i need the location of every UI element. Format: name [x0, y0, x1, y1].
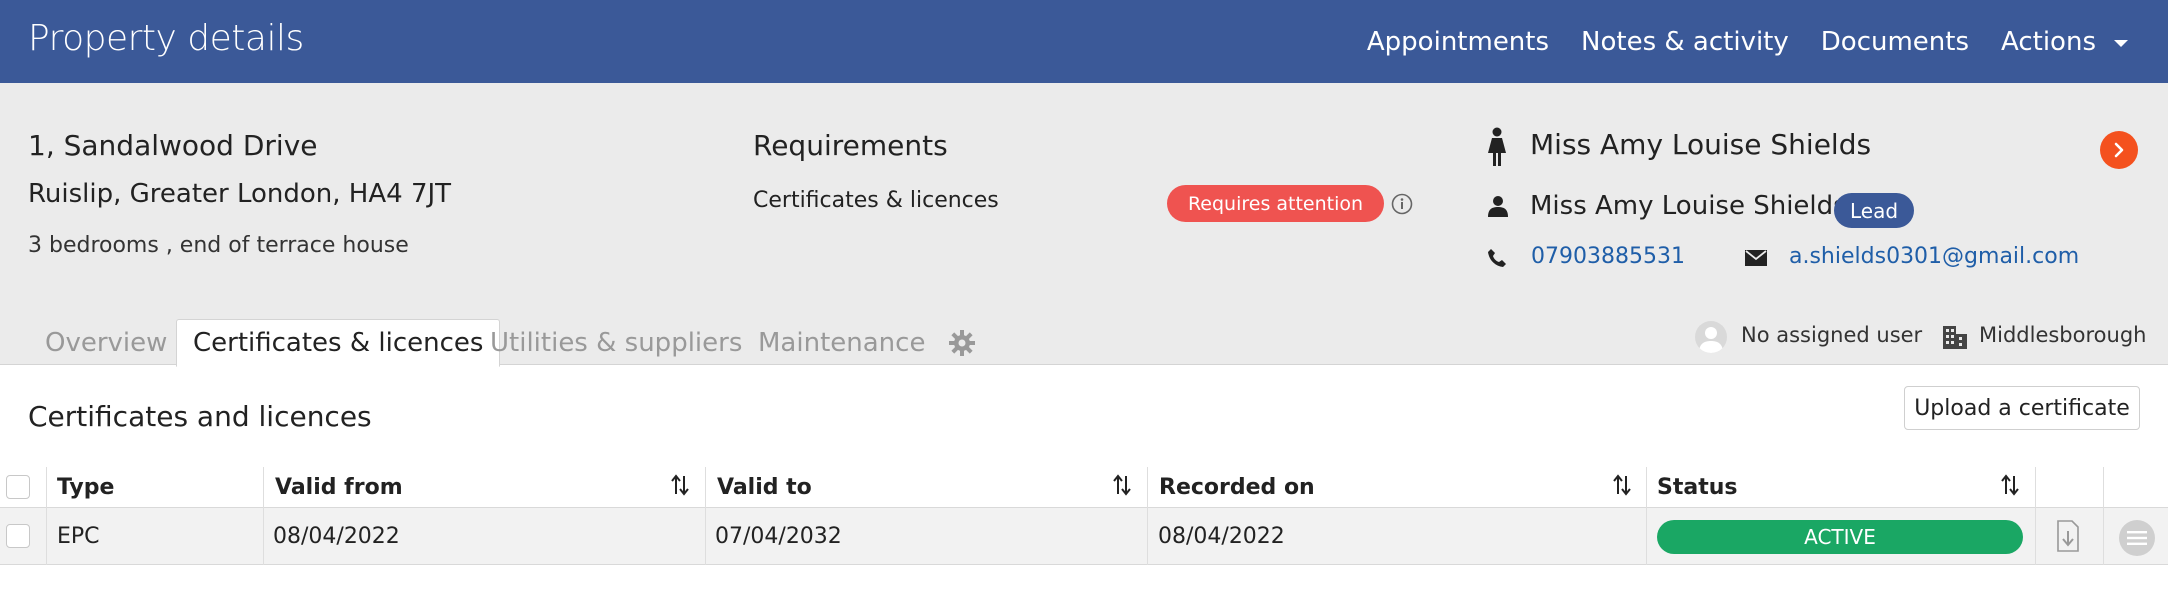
upload-certificate-button[interactable]: Upload a certificate: [1904, 386, 2140, 430]
nav-appointments[interactable]: Appointments: [1367, 27, 1549, 57]
phone-icon: [1488, 249, 1506, 267]
sort-icon[interactable]: [670, 473, 690, 497]
cell-recorded-on: 08/04/2022: [1158, 523, 1285, 549]
page-title: Property details: [28, 18, 304, 59]
table-header: Type Valid from Valid to Recorded on Sta…: [0, 467, 2168, 507]
requires-attention-badge[interactable]: Requires attention: [1167, 185, 1384, 222]
menu-icon[interactable]: [2119, 520, 2155, 556]
nav-notes-activity[interactable]: Notes & activity: [1581, 27, 1789, 57]
building-icon: [1943, 326, 1967, 349]
address-line1: 1, Sandalwood Drive: [28, 129, 318, 162]
sort-icon[interactable]: [2000, 473, 2020, 497]
row-select-cell: [6, 508, 30, 564]
address-line2: Ruislip, Greater London, HA4 7JT: [28, 179, 452, 209]
assigned-user-label[interactable]: No assigned user: [1741, 323, 1922, 347]
avatar-icon: [1695, 321, 1727, 353]
column-divider: [2103, 467, 2104, 565]
download-icon[interactable]: [2056, 520, 2080, 552]
header-select-cell: [6, 467, 30, 507]
gear-icon[interactable]: [948, 329, 976, 357]
column-status[interactable]: Status: [1657, 467, 1737, 507]
contact-name[interactable]: Miss Amy Louise Shields: [1530, 191, 1847, 221]
column-valid-to[interactable]: Valid to: [717, 467, 812, 507]
column-divider: [263, 467, 264, 565]
section-title: Certificates and licences: [28, 400, 372, 433]
tab-utilities-suppliers[interactable]: Utilities & suppliers: [474, 319, 758, 366]
requirements-title: Requirements: [753, 129, 948, 162]
cell-valid-from: 08/04/2022: [273, 523, 400, 549]
chevron-down-icon: [2114, 40, 2128, 47]
requirement-label: Certificates & licences: [753, 188, 999, 213]
actions-dropdown[interactable]: Actions: [2001, 27, 2128, 57]
lead-badge: Lead: [1834, 193, 1914, 228]
phone-link[interactable]: 07903885531: [1531, 244, 1685, 269]
cell-type: EPC: [57, 523, 100, 549]
row-checkbox[interactable]: [6, 524, 30, 548]
select-all-checkbox[interactable]: [6, 475, 30, 499]
mail-icon: [1745, 250, 1767, 266]
sort-icon[interactable]: [1612, 473, 1632, 497]
property-description: 3 bedrooms , end of terrace house: [28, 233, 409, 258]
header-nav: Appointments Notes & activity Documents …: [1367, 0, 2128, 83]
sort-icon[interactable]: [1112, 473, 1132, 497]
column-divider: [46, 467, 47, 565]
column-divider: [1147, 467, 1148, 565]
app-header: Property details Appointments Notes & ac…: [0, 0, 2168, 83]
owner-name: Miss Amy Louise Shields: [1530, 128, 1872, 161]
arrow-right-icon: [2114, 142, 2124, 158]
tab-maintenance[interactable]: Maintenance: [742, 319, 941, 366]
go-to-owner-button[interactable]: [2100, 131, 2138, 169]
property-summary: 1, Sandalwood Drive Ruislip, Greater Lon…: [0, 83, 2168, 367]
column-valid-from[interactable]: Valid from: [275, 467, 403, 507]
female-person-icon: [1488, 127, 1506, 166]
column-divider: [2035, 467, 2036, 565]
column-recorded-on[interactable]: Recorded on: [1159, 467, 1315, 507]
column-type[interactable]: Type: [57, 467, 114, 507]
office-label[interactable]: Middlesborough: [1979, 323, 2146, 347]
cell-valid-to: 07/04/2032: [715, 523, 842, 549]
tab-certificates-licences[interactable]: Certificates & licences: [176, 319, 501, 367]
email-link[interactable]: a.shields0301@gmail.com: [1789, 244, 2079, 269]
user-icon: [1488, 196, 1508, 217]
actions-label: Actions: [2001, 26, 2096, 57]
column-divider: [705, 467, 706, 565]
info-icon[interactable]: [1391, 193, 1413, 215]
tab-overview[interactable]: Overview: [29, 319, 183, 366]
column-divider: [1646, 467, 1647, 565]
nav-documents[interactable]: Documents: [1821, 27, 1969, 57]
status-badge: ACTIVE: [1657, 520, 2023, 554]
table-row[interactable]: EPC 08/04/2022 07/04/2032 08/04/2022 ACT…: [0, 507, 2168, 565]
